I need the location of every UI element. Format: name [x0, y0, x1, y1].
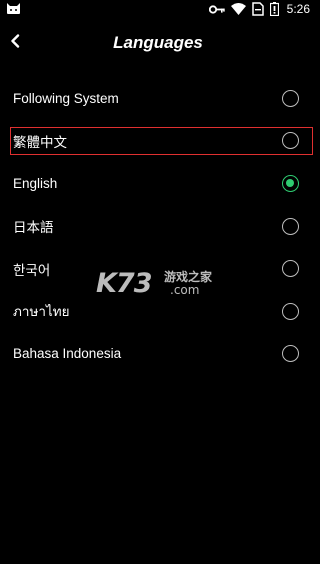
- radio-button[interactable]: [282, 345, 299, 363]
- language-label: English: [13, 175, 58, 191]
- radio-selected-dot: [286, 178, 294, 187]
- language-option-following-system[interactable]: Following System: [0, 77, 316, 120]
- wifi-icon: [230, 3, 246, 15]
- radio-button[interactable]: [282, 302, 299, 320]
- radio-button[interactable]: [282, 217, 299, 235]
- language-label: Bahasa Indonesia: [13, 346, 122, 362]
- language-label: 한국어: [13, 262, 51, 278]
- no-sim-icon: [251, 2, 264, 16]
- language-list: Following System 繁體中文 English 日本語 한국어 ภา…: [0, 77, 316, 375]
- radio-button[interactable]: [282, 89, 299, 107]
- status-bar: 5:26: [0, 0, 316, 18]
- language-option-thai[interactable]: ภาษาไทย: [0, 290, 316, 333]
- language-label: 繁體中文: [13, 134, 67, 150]
- radio-button[interactable]: [282, 260, 299, 278]
- app-header: Languages: [0, 26, 316, 60]
- radio-button-selected[interactable]: [282, 174, 299, 192]
- language-label: ภาษาไทย: [13, 304, 70, 320]
- status-icons: 5:26: [208, 1, 310, 17]
- language-option-english[interactable]: English: [0, 162, 316, 205]
- app-cat-icon: [6, 2, 21, 15]
- language-option-traditional-chinese[interactable]: 繁體中文: [0, 120, 316, 163]
- battery-icon: [269, 2, 279, 16]
- page-title: Languages: [113, 33, 203, 52]
- language-label: Following System: [13, 90, 119, 106]
- radio-button[interactable]: [282, 132, 299, 150]
- language-option-korean[interactable]: 한국어: [0, 247, 316, 290]
- language-option-indonesian[interactable]: Bahasa Indonesia: [0, 333, 316, 376]
- language-option-japanese[interactable]: 日本語: [0, 205, 316, 248]
- language-label: 日本語: [13, 220, 54, 236]
- key-icon: [208, 4, 225, 14]
- status-time: 5:26: [286, 2, 310, 16]
